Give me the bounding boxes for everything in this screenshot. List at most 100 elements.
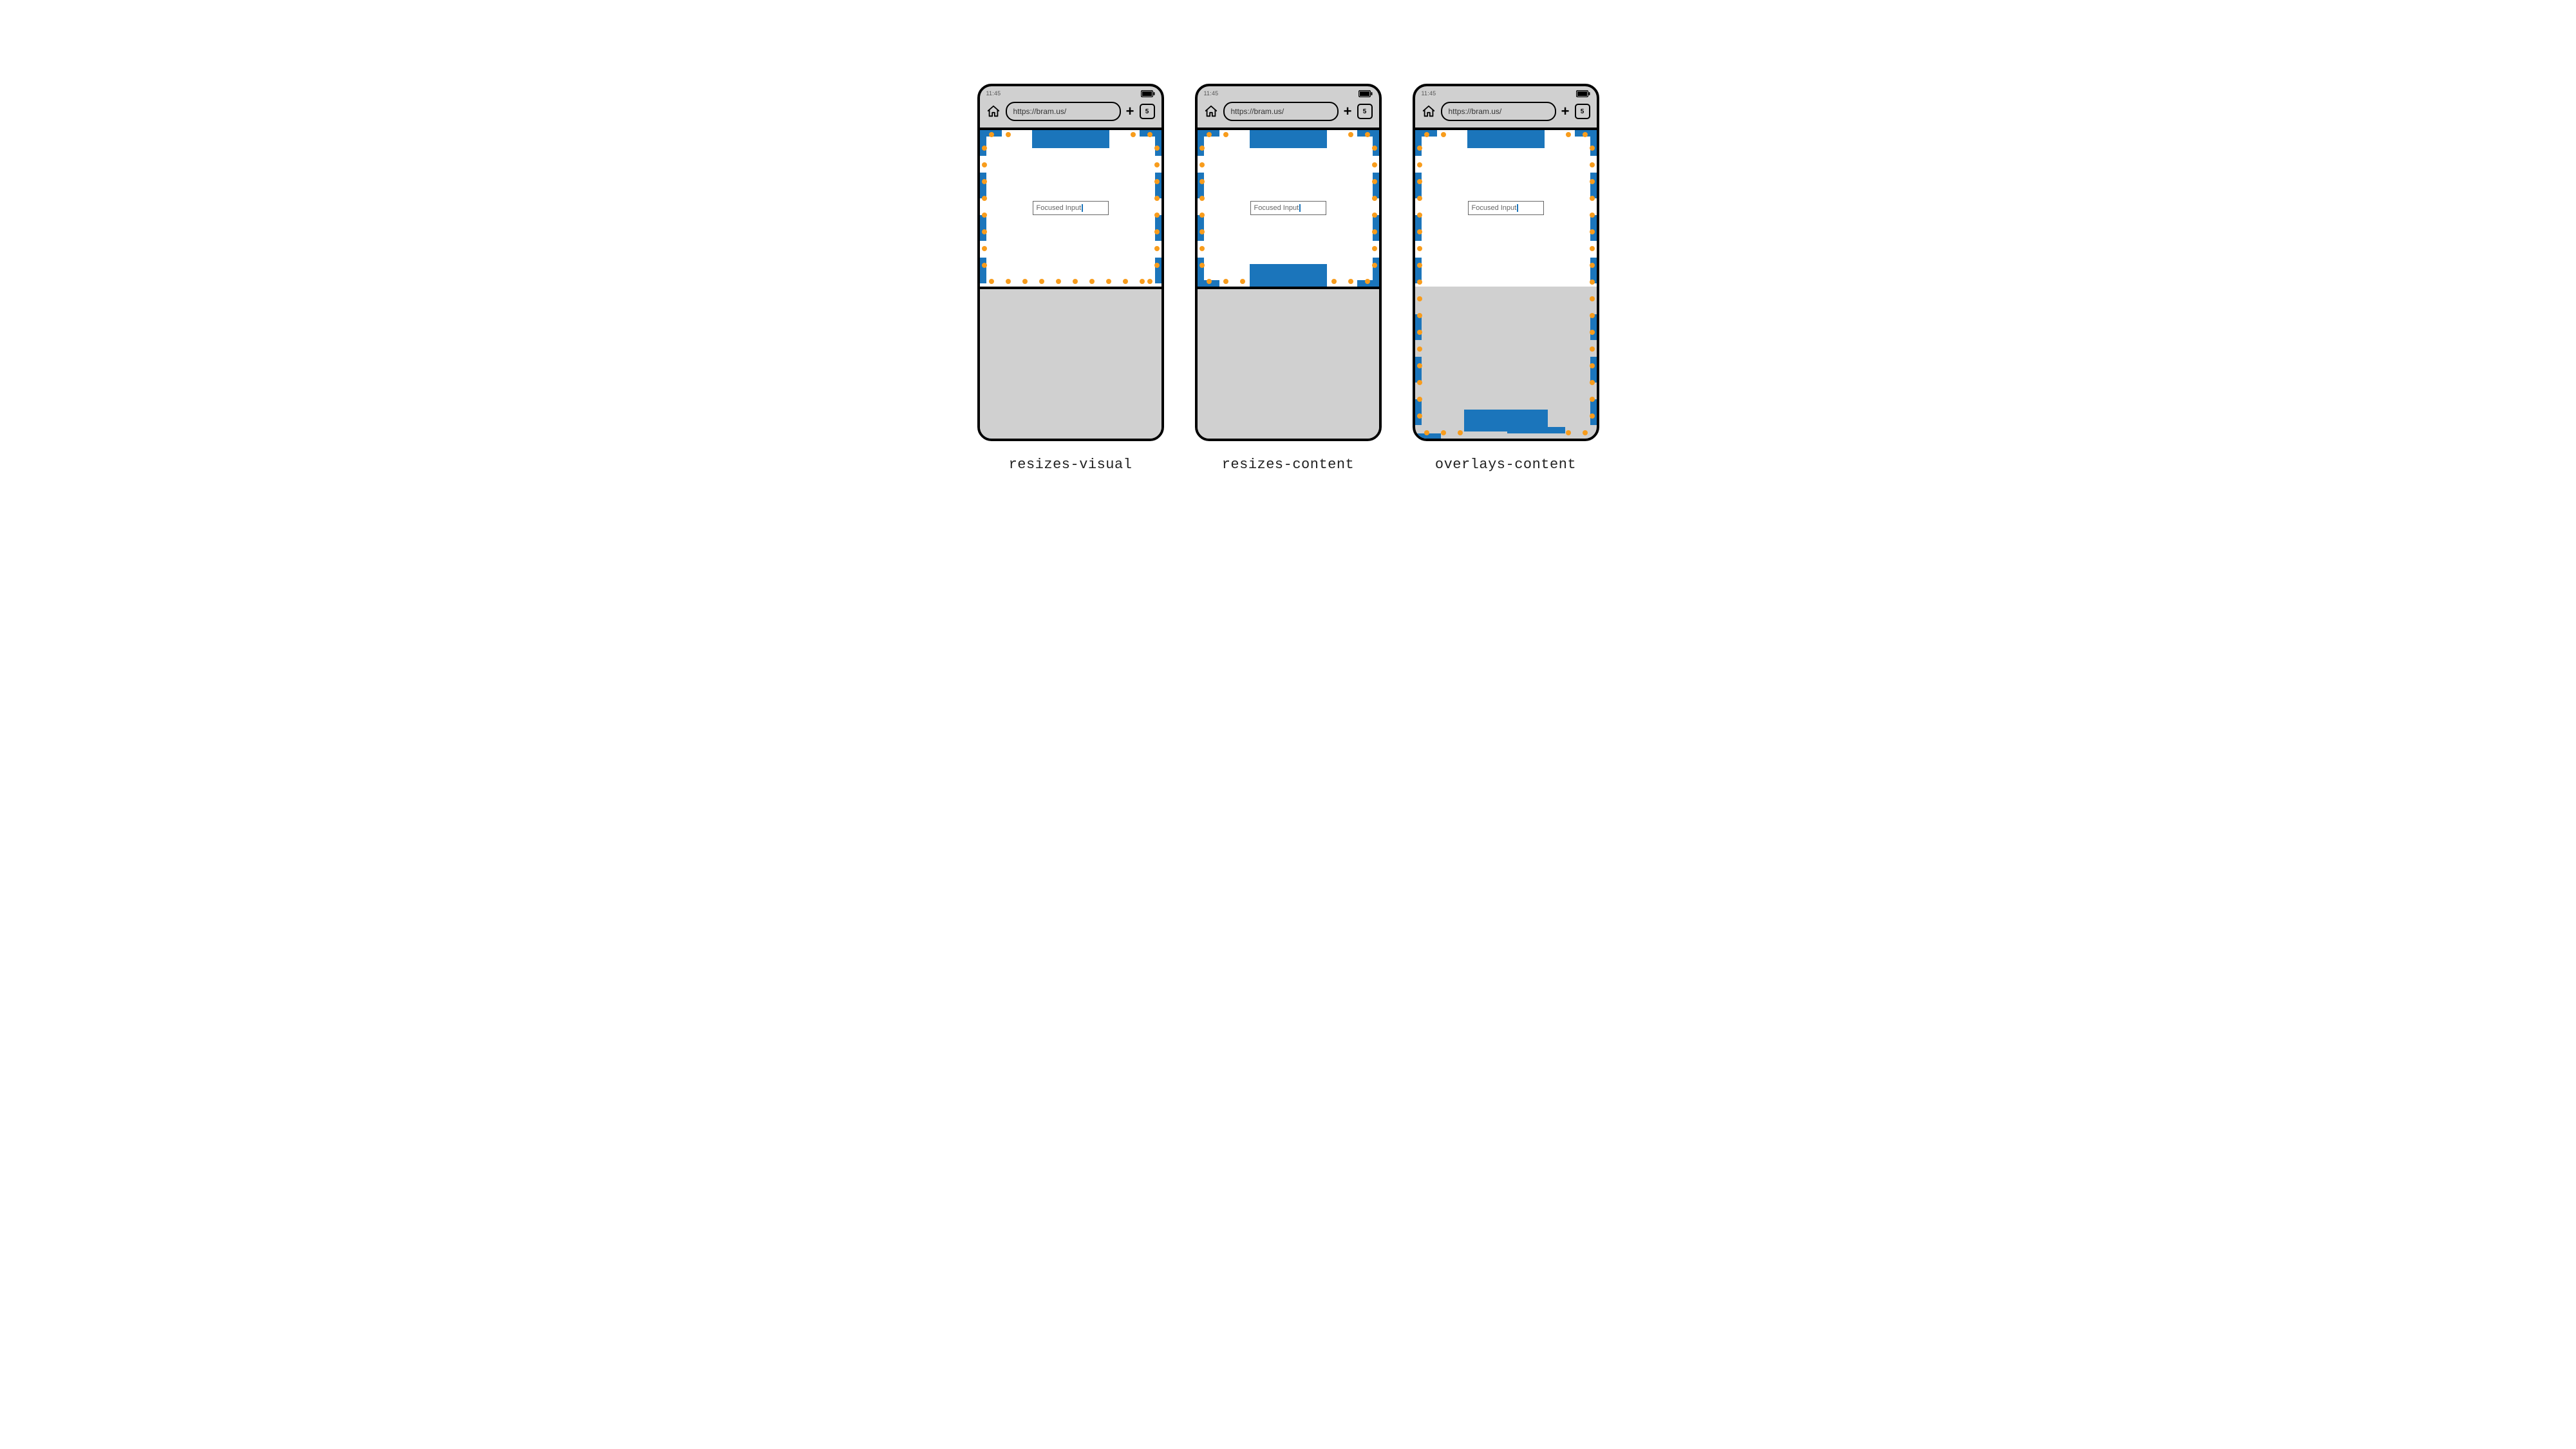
visual-viewport-dot xyxy=(1372,196,1377,201)
tab-count-button[interactable]: 5 xyxy=(1140,104,1155,119)
layout-border-dash xyxy=(980,130,986,156)
visual-viewport-dot xyxy=(1147,132,1152,137)
new-tab-icon[interactable]: + xyxy=(1126,104,1134,118)
tab-count-value: 5 xyxy=(1145,108,1149,115)
page-viewport: Focused Input xyxy=(1198,130,1379,440)
visual-viewport-dot xyxy=(989,279,994,284)
visual-viewport-dot xyxy=(1140,279,1145,284)
home-icon[interactable] xyxy=(986,104,1001,118)
status-time: 11:45 xyxy=(986,90,1001,97)
visual-viewport-dot xyxy=(1590,330,1595,335)
diagram-stage: 11:45 https://bram.us/ + 5 xyxy=(805,0,1771,544)
page-footer-element xyxy=(1250,264,1327,287)
visual-viewport-dot xyxy=(1372,162,1377,167)
visual-viewport-dot xyxy=(1590,413,1595,419)
visual-viewport-dot xyxy=(982,146,987,151)
visual-viewport-dot xyxy=(1590,296,1595,301)
visual-viewport-dot xyxy=(1022,279,1028,284)
visual-viewport-dot xyxy=(1590,346,1595,352)
layout-border-dash xyxy=(1198,130,1204,156)
url-input[interactable]: https://bram.us/ xyxy=(1441,102,1556,121)
visual-viewport-dot xyxy=(1106,279,1111,284)
visual-viewport-dot xyxy=(1207,279,1212,284)
input-label: Focused Input xyxy=(1472,204,1517,212)
visual-viewport-dot xyxy=(1417,296,1422,301)
visual-viewport-dot xyxy=(1372,146,1377,151)
layout-border-dash xyxy=(1590,357,1597,383)
phone-overlays-content: 11:45 https://bram.us/ + 5 xyxy=(1413,84,1599,441)
focused-input[interactable]: Focused Input xyxy=(1468,201,1544,215)
status-time: 11:45 xyxy=(1204,90,1219,97)
visual-viewport-dot xyxy=(1583,132,1588,137)
layout-border-dash xyxy=(1415,399,1422,425)
layout-border-dash xyxy=(1415,357,1422,383)
visual-viewport-dot xyxy=(1006,279,1011,284)
visual-viewport-dot xyxy=(982,196,987,201)
input-label: Focused Input xyxy=(1254,204,1299,212)
caption-resizes-visual: resizes-visual xyxy=(1009,457,1133,473)
new-tab-icon[interactable]: + xyxy=(1344,104,1352,118)
browser-toolbar: https://bram.us/ + 5 xyxy=(1198,99,1379,128)
battery-icon xyxy=(1576,90,1590,97)
focused-input[interactable]: Focused Input xyxy=(1033,201,1109,215)
visual-viewport-dot xyxy=(1348,279,1353,284)
page-header-element xyxy=(1250,130,1327,148)
phone-resizes-content: 11:45 https://bram.us/ + 5 xyxy=(1195,84,1382,441)
url-input[interactable]: https://bram.us/ xyxy=(1006,102,1121,121)
layout-border-dash xyxy=(1155,258,1161,283)
visual-viewport-dot xyxy=(1199,229,1205,234)
url-input[interactable]: https://bram.us/ xyxy=(1223,102,1339,121)
caption-resizes-content: resizes-content xyxy=(1222,457,1355,473)
text-cursor-icon xyxy=(1517,204,1518,212)
visual-viewport-dot xyxy=(1223,279,1228,284)
visual-viewport-dot xyxy=(1590,229,1595,234)
new-tab-icon[interactable]: + xyxy=(1561,104,1570,118)
visual-viewport-dot xyxy=(1372,213,1377,218)
battery-icon xyxy=(1141,90,1155,97)
visual-viewport-dot xyxy=(1154,179,1160,184)
visual-viewport-dot xyxy=(1417,263,1422,268)
layout-border-dash xyxy=(980,258,986,283)
visual-viewport-dot xyxy=(1006,132,1011,137)
visual-viewport-dot xyxy=(1154,263,1160,268)
visual-viewport-dot xyxy=(982,246,987,251)
input-label: Focused Input xyxy=(1037,204,1082,212)
tab-count-button[interactable]: 5 xyxy=(1357,104,1373,119)
text-cursor-icon xyxy=(1082,204,1083,212)
tab-count-value: 5 xyxy=(1581,108,1584,115)
visual-viewport-dot xyxy=(1039,279,1044,284)
browser-toolbar: https://bram.us/ + 5 xyxy=(1415,99,1597,128)
visual-viewport-dot xyxy=(1590,397,1595,402)
layout-border-dash xyxy=(1155,173,1161,198)
visual-viewport-dot xyxy=(1590,146,1595,151)
visual-viewport-dot xyxy=(1131,132,1136,137)
layout-border-dash xyxy=(1590,399,1597,425)
column-resizes-visual: 11:45 https://bram.us/ + 5 xyxy=(977,84,1164,473)
visual-viewport-dot xyxy=(1154,229,1160,234)
visual-viewport-dot xyxy=(982,213,987,218)
home-icon[interactable] xyxy=(1204,104,1218,118)
page-viewport: Focused Input xyxy=(980,130,1161,440)
tab-count-button[interactable]: 5 xyxy=(1575,104,1590,119)
visual-viewport-dot xyxy=(1441,132,1446,137)
visual-viewport-dot xyxy=(1154,196,1160,201)
visual-viewport-dot xyxy=(1365,132,1370,137)
visual-viewport-dot xyxy=(1207,132,1212,137)
visual-viewport-dot xyxy=(1417,179,1422,184)
url-text: https://bram.us/ xyxy=(1013,107,1067,116)
battery-icon xyxy=(1359,90,1373,97)
virtual-keyboard xyxy=(1198,287,1379,440)
visual-viewport-dot xyxy=(1590,313,1595,318)
home-icon[interactable] xyxy=(1422,104,1436,118)
column-resizes-content: 11:45 https://bram.us/ + 5 xyxy=(1195,84,1382,473)
visual-viewport-dot xyxy=(982,263,987,268)
visual-viewport-dot xyxy=(1590,246,1595,251)
visual-viewport-dot xyxy=(1123,279,1128,284)
layout-border-dash xyxy=(980,173,986,198)
layout-border-dash xyxy=(1415,130,1422,156)
visual-viewport-dot xyxy=(1417,146,1422,151)
visual-viewport-dot xyxy=(1590,213,1595,218)
focused-input[interactable]: Focused Input xyxy=(1250,201,1326,215)
visual-viewport-dot xyxy=(1590,279,1595,285)
page-header-element xyxy=(1467,130,1545,148)
